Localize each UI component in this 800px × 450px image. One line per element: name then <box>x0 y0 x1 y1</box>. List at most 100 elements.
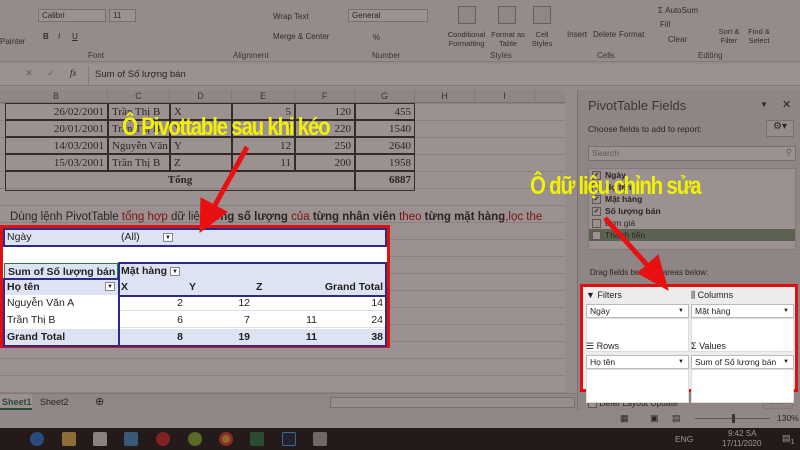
font-size-select[interactable]: 11 <box>109 9 136 22</box>
pane-options-icon[interactable]: ▼ <box>760 100 768 109</box>
language-indicator[interactable]: ENG <box>675 434 693 444</box>
insert-button[interactable]: Insert <box>567 30 587 39</box>
column-header[interactable]: B <box>5 90 108 103</box>
instr-part: tổng hợp <box>121 211 168 223</box>
data-cell-date[interactable]: 26/02/2001 <box>5 103 108 120</box>
fill-button[interactable]: Fill <box>660 20 670 29</box>
app-icon[interactable] <box>156 432 170 446</box>
data-cell-total[interactable]: 1958 <box>355 154 415 171</box>
values-dropzone[interactable] <box>691 369 794 403</box>
zoom-level[interactable]: 130% <box>777 413 799 423</box>
conditional-formatting-button[interactable]: Conditional Formatting <box>444 30 489 48</box>
app2-icon[interactable] <box>188 432 202 446</box>
cancel-icon[interactable]: ✕ <box>25 68 33 79</box>
pivot-values-label[interactable]: Sum of Số lượng bán <box>4 263 118 279</box>
data-cell-total[interactable]: 1540 <box>355 120 415 137</box>
field-checkbox[interactable]: ✓ <box>592 207 601 217</box>
font-name-select[interactable]: Calibri <box>38 9 106 22</box>
pivot-table[interactable]: Ngày (All) ▼ Sum of Số lượng bán Mặt hàn… <box>0 225 390 348</box>
normal-view-icon[interactable]: ▦ <box>620 413 629 424</box>
notification-icon[interactable]: ▤1 <box>782 433 795 446</box>
rows-dropzone[interactable] <box>586 369 689 403</box>
data-cell-total[interactable]: 455 <box>355 103 415 120</box>
page-break-icon[interactable]: ▤ <box>672 413 681 424</box>
column-header[interactable]: E <box>232 90 295 103</box>
dropdown-arrow-icon[interactable]: ▼ <box>678 305 684 317</box>
data-cell-item[interactable]: Z <box>170 154 232 171</box>
page-layout-icon[interactable]: ▣ <box>650 413 659 424</box>
data-cell-date[interactable]: 20/01/2001 <box>5 120 108 137</box>
gear-icon[interactable]: ⚙▾ <box>766 120 794 137</box>
sheet-tab-2[interactable]: Sheet2 <box>40 397 69 407</box>
clear-button[interactable]: Clear <box>668 35 687 44</box>
find-select-button[interactable]: Find & Select <box>744 27 774 45</box>
close-icon[interactable]: ✕ <box>782 98 791 111</box>
app3-icon[interactable] <box>313 432 327 446</box>
field-search-input[interactable]: Search ⚲ <box>588 146 796 161</box>
columns-field[interactable]: Mặt hàng ▼ <box>691 304 794 318</box>
data-cell-date[interactable]: 14/03/2001 <box>5 137 108 154</box>
italic-button[interactable]: I <box>58 32 60 41</box>
field-checkbox[interactable] <box>592 219 601 229</box>
field-item[interactable]: ✓ Số lượng bán <box>589 205 795 217</box>
column-header[interactable]: H <box>415 90 475 103</box>
zoom-slider-thumb[interactable] <box>732 414 735 423</box>
sheet-tab-1[interactable]: Sheet1 <box>0 394 32 410</box>
data-cell-price[interactable]: 200 <box>295 154 355 171</box>
number-format-select[interactable]: General <box>348 9 428 22</box>
format-painter-button[interactable]: Painter <box>0 37 25 46</box>
cell-styles-icon <box>533 6 551 24</box>
column-header[interactable]: D <box>170 90 232 103</box>
rows-area[interactable]: ☰ Rows Họ tên ▼ <box>586 341 689 403</box>
wrap-text-button[interactable]: Wrap Text <box>273 12 309 21</box>
edge-icon[interactable] <box>30 432 44 446</box>
values-field[interactable]: Sum of Số lượng bán ▼ <box>691 355 794 369</box>
file-explorer-icon[interactable] <box>62 432 76 446</box>
data-cell-date[interactable]: 15/03/2001 <box>5 154 108 171</box>
function-icon[interactable]: fx <box>70 68 77 78</box>
total-label[interactable]: Tổng <box>5 171 355 191</box>
field-item[interactable]: Thành tiền <box>589 229 795 241</box>
styles-group-label: Styles <box>490 51 512 60</box>
rows-field[interactable]: Họ tên ▼ <box>586 355 689 369</box>
field-checkbox[interactable] <box>592 231 601 241</box>
values-area[interactable]: Σ Values Sum of Số lượng bán ▼ <box>691 341 794 403</box>
format-as-table-button[interactable]: Format as Table <box>489 30 527 48</box>
horizontal-scrollbar[interactable] <box>330 397 575 408</box>
data-cell-qty[interactable]: 11 <box>232 154 295 171</box>
dropdown-arrow-icon[interactable]: ▼ <box>783 305 789 317</box>
filter-outline <box>3 228 387 247</box>
data-cell-total[interactable]: 2640 <box>355 137 415 154</box>
mail-icon[interactable] <box>124 432 138 446</box>
bold-button[interactable]: B <box>43 32 49 41</box>
format-button[interactable]: Format <box>619 30 644 39</box>
excel-icon[interactable] <box>250 432 264 446</box>
enter-icon[interactable]: ✓ <box>47 68 55 79</box>
sort-filter-button[interactable]: Sort & Filter <box>714 27 744 45</box>
field-item[interactable]: Đơn giá <box>589 217 795 229</box>
underline-button[interactable]: U <box>72 32 78 41</box>
column-header[interactable]: F <box>295 90 355 103</box>
cell-styles-button[interactable]: Cell Styles <box>527 30 557 48</box>
clock-time[interactable]: 9:42 SA <box>728 429 756 438</box>
total-value[interactable]: 6887 <box>355 171 415 191</box>
column-header[interactable]: I <box>475 90 535 103</box>
dropdown-arrow-icon[interactable]: ▼ <box>678 356 684 368</box>
add-sheet-icon[interactable]: ⊕ <box>95 395 104 408</box>
column-header[interactable]: C <box>108 90 170 103</box>
formula-input[interactable]: Sum of Số lượng bán <box>88 66 796 84</box>
percent-button[interactable]: % <box>373 33 380 42</box>
autosum-button[interactable]: Σ AutoSum <box>658 6 698 15</box>
chrome-icon[interactable] <box>219 432 233 446</box>
data-cell-name[interactable]: Trần Thị B <box>108 154 170 171</box>
column-header[interactable]: G <box>355 90 415 103</box>
column-header-outline <box>118 262 387 297</box>
merge-center-button[interactable]: Merge & Center <box>273 32 329 41</box>
delete-button[interactable]: Delete <box>593 30 616 39</box>
clock-date[interactable]: 17/11/2020 <box>722 439 761 448</box>
editing-group-label: Editing <box>698 51 723 60</box>
dropdown-arrow-icon[interactable]: ▼ <box>783 356 789 368</box>
photoshop-icon[interactable] <box>282 432 296 446</box>
filters-field[interactable]: Ngày ▼ <box>586 304 689 318</box>
store-icon[interactable] <box>93 432 107 446</box>
